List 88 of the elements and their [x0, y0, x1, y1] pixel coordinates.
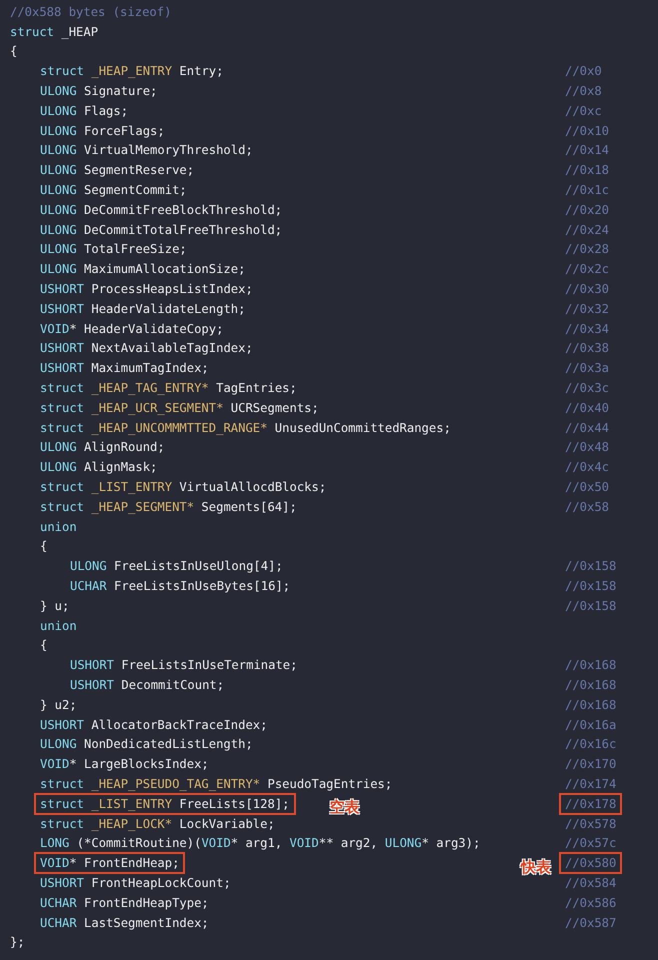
offset-comment: //0x168	[564, 657, 618, 674]
offset-comment: //0x16c	[564, 736, 618, 754]
offset-comment: //0x158	[564, 598, 618, 615]
offset-comment: //0x158	[564, 578, 618, 595]
offset-comment: //0x38	[564, 340, 610, 358]
code-line: USHORT ProcessHeapsListIndex;	[39, 281, 254, 298]
code-line: struct _HEAP_PSEUDO_TAG_ENTRY* PseudoTagEntries;	[39, 776, 394, 793]
offset-comment: //0x1c	[564, 182, 610, 200]
offset-comment: //0x16a	[564, 716, 618, 734]
code-line: } u2;	[39, 696, 78, 714]
code-line: USHORT FrontHeapLockCount;	[39, 874, 232, 892]
code-line: UCHAR FreeListsInUseBytes[16];	[69, 578, 292, 595]
offset-comment: //0x584	[564, 874, 618, 892]
offset-comment: //0x58	[564, 498, 610, 516]
offset-comment: //0x40	[564, 400, 610, 417]
code-line: UCHAR FrontEndHeapType;	[39, 894, 210, 912]
code-line: union	[39, 618, 78, 635]
code-line: ULONG AlignMask;	[39, 459, 158, 476]
offset-comment: //0x158	[564, 558, 618, 576]
offset-comment: //0x168	[564, 696, 618, 714]
code-line: {	[39, 538, 48, 556]
offset-comment: //0x24	[564, 222, 610, 239]
annotation-label: 空表	[330, 798, 360, 818]
code-line: ULONG Signature;	[39, 83, 158, 100]
code-line: USHORT AllocatorBackTraceIndex;	[39, 716, 268, 734]
offset-comment: //0x178	[559, 792, 622, 815]
code-line: ULONG ForceFlags;	[39, 122, 166, 140]
code-line: };	[9, 934, 26, 952]
code-line: ULONG Flags;	[39, 102, 130, 120]
code-line: union	[39, 518, 78, 536]
offset-comment: //0x8	[564, 83, 603, 100]
code-line: struct _HEAP_LOCK* LockVariable;	[39, 816, 276, 833]
offset-comment: //0x174	[564, 776, 618, 793]
code-line: USHORT FreeListsInUseTerminate;	[69, 657, 298, 674]
code-line: ULONG SegmentReserve;	[39, 162, 196, 180]
code-line: struct _HEAP_UNCOMMMTTED_RANGE* UnusedUnCommittedRanges;	[39, 420, 452, 437]
offset-comment: //0x14	[564, 142, 610, 160]
code-line: } u;	[39, 598, 70, 615]
code-line: struct _HEAP_ENTRY Entry;	[39, 63, 224, 80]
code-line: UCHAR LastSegmentIndex;	[39, 914, 210, 932]
code-line: VOID* HeaderValidateCopy;	[39, 320, 224, 338]
offset-comment: //0x34	[564, 320, 610, 338]
code-line: LONG (*CommitRoutine)(VOID* arg1, VOID** arg2, ULONG* arg3);	[39, 835, 482, 852]
code-line: ULONG DeCommitTotalFreeThreshold;	[39, 222, 284, 239]
annotation-label: 快表	[521, 858, 551, 877]
offset-comment: //0x3a	[564, 360, 610, 378]
offset-comment: //0x0	[564, 63, 603, 80]
code-line: ULONG DeCommitFreeBlockThreshold;	[39, 202, 284, 219]
code-line: USHORT MaximumTagIndex;	[39, 360, 210, 378]
code-line: ULONG NonDedicatedListLength;	[39, 736, 254, 754]
code-line: USHORT DecommitCount;	[69, 676, 226, 694]
code-line: struct _HEAP_UCR_SEGMENT* UCRSegments;	[39, 400, 320, 417]
offset-comment: //0x586	[564, 894, 618, 912]
code-line: ULONG TotalFreeSize;	[39, 241, 188, 258]
offset-comment: //0x3c	[564, 380, 610, 398]
offset-comment: //0x30	[564, 281, 610, 298]
offset-comment: //0x20	[564, 202, 610, 219]
offset-comment: //0x18	[564, 162, 610, 180]
code-line: VOID* LargeBlocksIndex;	[39, 756, 210, 774]
code-line: USHORT HeaderValidateLength;	[39, 300, 246, 318]
offset-comment: //0x32	[564, 300, 610, 318]
offset-comment: //0x580	[559, 852, 622, 874]
offset-comment: //0x4c	[564, 459, 610, 476]
code-line: struct _HEAP_SEGMENT* Segments[64];	[39, 498, 298, 516]
code-line: ULONG VirtualMemoryThreshold;	[39, 142, 254, 160]
offset-comment: //0x170	[564, 756, 618, 774]
offset-comment: //0x48	[564, 439, 610, 456]
code-line: ULONG FreeListsInUseUlong[4];	[69, 558, 284, 576]
offset-comment: //0x10	[564, 122, 610, 140]
offset-comment: //0x50	[564, 479, 610, 496]
offset-comment: //0xc	[564, 102, 603, 120]
offset-comment: //0x168	[564, 676, 618, 694]
offset-comment: //0x28	[564, 241, 610, 258]
offset-comment: //0x44	[564, 420, 610, 437]
offset-comment: //0x57c	[564, 835, 618, 852]
code-line: USHORT NextAvailableTagIndex;	[39, 340, 254, 358]
code-line: struct _LIST_ENTRY VirtualAllocdBlocks;	[39, 479, 328, 496]
code-line: {	[9, 43, 18, 60]
code-line: ULONG SegmentCommit;	[39, 182, 188, 200]
code-line: ULONG MaximumAllocationSize;	[39, 261, 246, 278]
offset-comment: //0x587	[564, 914, 618, 932]
offset-comment: //0x578	[564, 816, 618, 833]
code-line: {	[39, 637, 48, 654]
offset-comment: //0x2c	[564, 261, 610, 278]
code-line: ULONG AlignRound;	[39, 439, 166, 456]
size-comment: //0x588 bytes (sizeof)	[10, 4, 172, 19]
code-line: struct _HEAP	[9, 24, 100, 41]
code-line: struct _HEAP_TAG_ENTRY* TagEntries;	[39, 380, 298, 398]
